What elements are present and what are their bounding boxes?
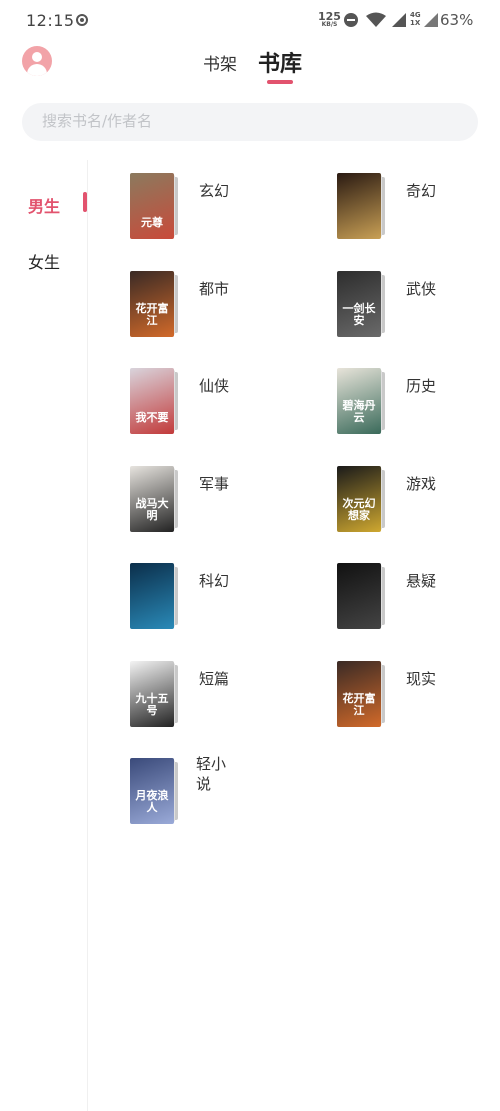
category-item[interactable]: 奇幻 (335, 173, 495, 241)
category-item[interactable]: 次元幻想家 游戏 (335, 466, 495, 534)
book-cover-stack (335, 563, 389, 629)
category-item[interactable]: 元尊 玄幻 (128, 173, 288, 241)
tab-bookshelf[interactable]: 书架 (203, 50, 237, 75)
book-cover-title: 次元幻想家 (342, 497, 376, 522)
book-cover-stack: 次元幻想家 (335, 466, 389, 532)
avatar-head (32, 52, 42, 62)
sidebar-item-male[interactable]: 男生 (28, 193, 60, 217)
network-type: 4G 1X (410, 11, 421, 27)
category-label: 科幻 (199, 572, 230, 590)
book-cover: 我不要 (130, 368, 174, 434)
book-cover-stack (128, 563, 182, 629)
book-cover: 次元幻想家 (337, 466, 381, 532)
book-cover-title: 一剑长安 (342, 302, 376, 327)
user-avatar[interactable] (22, 46, 52, 76)
book-cover: 花开富江 (337, 661, 381, 727)
category-label: 军事 (199, 475, 230, 493)
book-cover-stack: 一剑长安 (335, 271, 389, 337)
avatar-body (27, 64, 47, 76)
book-cover-title: 月夜浪人 (135, 789, 169, 814)
category-label: 武侠 (406, 280, 437, 298)
book-cover-stack: 花开富江 (335, 661, 389, 727)
book-cover: 九十五号 (130, 661, 174, 727)
category-label: 奇幻 (406, 182, 437, 200)
book-cover: 月夜浪人 (130, 758, 174, 824)
book-cover-stack: 碧海丹云 (335, 368, 389, 434)
status-bar: 12:15 125 KB/S 4G 1X 63% (0, 0, 500, 42)
category-label: 短篇 (199, 670, 230, 688)
sidebar-item-female[interactable]: 女生 (28, 249, 60, 273)
signal-icon (392, 13, 406, 27)
book-cover-stack (335, 173, 389, 239)
gender-sidebar: 男生 女生 (0, 160, 88, 1111)
notification-icon (76, 14, 88, 26)
book-cover-stack: 我不要 (128, 368, 182, 434)
category-item[interactable]: 悬疑 (335, 563, 495, 631)
wifi-icon (366, 12, 386, 27)
category-item[interactable]: 我不要 仙侠 (128, 368, 288, 436)
book-cover-title: 碧海丹云 (342, 399, 376, 424)
active-tab-indicator (267, 80, 293, 84)
book-cover (337, 173, 381, 239)
do-not-disturb-icon (344, 13, 358, 27)
book-cover-stack: 花开富江 (128, 271, 182, 337)
category-label: 仙侠 (199, 377, 230, 395)
book-cover-title: 花开富江 (135, 302, 169, 327)
category-label: 历史 (406, 377, 437, 395)
book-cover-title: 元尊 (141, 216, 163, 229)
search-input[interactable] (42, 112, 442, 130)
book-cover-title: 战马大明 (135, 497, 169, 522)
category-label: 轻小说 (196, 755, 227, 793)
book-cover-stack: 月夜浪人 (128, 758, 182, 824)
book-cover (130, 563, 174, 629)
book-cover-stack: 战马大明 (128, 466, 182, 532)
category-item[interactable]: 月夜浪人 轻小说 (128, 755, 288, 826)
net-speed: 125 KB/S (318, 11, 341, 28)
book-cover: 元尊 (130, 173, 174, 239)
category-item[interactable]: 九十五号 短篇 (128, 661, 288, 729)
book-cover: 战马大明 (130, 466, 174, 532)
book-cover: 碧海丹云 (337, 368, 381, 434)
category-item[interactable]: 碧海丹云 历史 (335, 368, 495, 436)
status-time: 12:15 (26, 11, 75, 30)
book-cover (337, 563, 381, 629)
book-cover-title: 九十五号 (135, 692, 169, 717)
category-item[interactable]: 花开富江 都市 (128, 271, 288, 339)
signal-icon-2 (424, 13, 438, 27)
category-label: 悬疑 (406, 572, 437, 590)
book-cover: 一剑长安 (337, 271, 381, 337)
book-cover: 花开富江 (130, 271, 174, 337)
category-item[interactable]: 花开富江 现实 (335, 661, 495, 729)
category-item[interactable]: 战马大明 军事 (128, 466, 288, 534)
category-label: 玄幻 (199, 182, 230, 200)
battery-level: 63% (440, 11, 474, 29)
tab-library[interactable]: 书库 (258, 46, 302, 78)
search-bar[interactable] (22, 103, 478, 141)
book-cover-title: 花开富江 (342, 692, 376, 717)
book-cover-stack: 九十五号 (128, 661, 182, 727)
book-cover-title: 我不要 (135, 411, 169, 424)
category-label: 游戏 (406, 475, 437, 493)
book-cover-stack: 元尊 (128, 173, 182, 239)
category-item[interactable]: 一剑长安 武侠 (335, 271, 495, 339)
category-item[interactable]: 科幻 (128, 563, 288, 631)
sidebar-active-indicator (83, 192, 87, 212)
category-label: 都市 (199, 280, 230, 298)
category-label: 现实 (406, 670, 437, 688)
